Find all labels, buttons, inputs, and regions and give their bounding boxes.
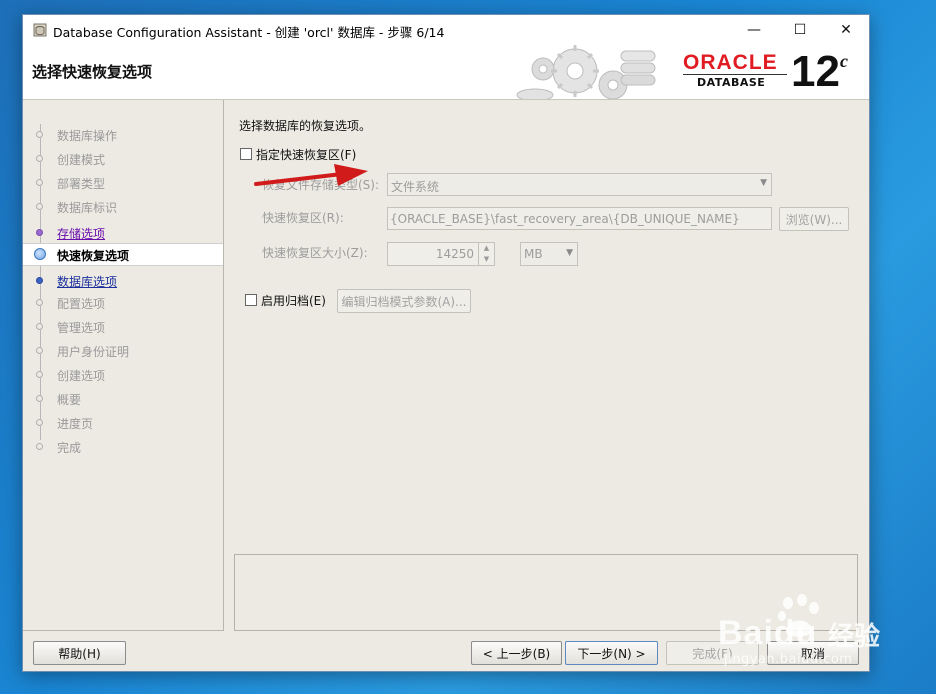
storage-type-value: 文件系统: [391, 180, 440, 194]
step-status-icon: [36, 371, 43, 378]
archive-checkbox[interactable]: [245, 294, 257, 306]
page-title: 选择快速恢复选项: [32, 63, 153, 81]
watermark-brand: Baidu: [718, 614, 818, 652]
sidebar-step-label: 管理选项: [57, 321, 106, 335]
watermark-brand-cn: 经验: [828, 622, 881, 652]
sidebar-step: 进度页: [23, 412, 223, 434]
help-button[interactable]: 帮助(H): [33, 641, 126, 665]
title-bar[interactable]: Database Configuration Assistant - 创建 'o…: [23, 15, 869, 45]
sidebar-step-label: 数据库选项: [57, 275, 118, 289]
oracle-logo: ORACLE DATABASE: [681, 51, 791, 93]
sidebar-step[interactable]: 数据库选项: [23, 270, 223, 292]
sidebar-step-label: 完成: [57, 441, 82, 455]
step-status-icon: [36, 419, 43, 426]
sidebar-step-label: 创建模式: [57, 153, 106, 167]
back-button[interactable]: < 上一步(B): [471, 641, 562, 665]
step-status-icon: [36, 155, 43, 162]
step-status-icon: [36, 323, 43, 330]
minimize-button[interactable]: —: [731, 15, 777, 45]
sidebar-step-label: 数据库操作: [57, 129, 118, 143]
sidebar-step: 部署类型: [23, 172, 223, 194]
red-arrow-annotation: [254, 164, 368, 186]
chevron-down-icon: ▼: [760, 178, 767, 188]
sidebar-step-label: 用户身份证明: [57, 345, 130, 359]
step-status-icon: [34, 248, 46, 260]
step-status-icon: [36, 203, 43, 210]
baidu-watermark: Baidu 经验 jingyan.baidu.com: [718, 592, 908, 672]
fra-size-value: 14250: [435, 247, 474, 261]
fra-size-spinner[interactable]: 14250 ▲ ▼: [387, 242, 495, 266]
header-banner: 选择快速恢复选项 ORACLE DATABASE 12 c: [23, 45, 869, 100]
close-button[interactable]: ✕: [823, 15, 869, 45]
sidebar-step: 完成: [23, 436, 223, 458]
step-status-icon: [36, 395, 43, 402]
version-suffix: c: [840, 51, 848, 71]
sidebar-step-label: 配置选项: [57, 297, 106, 311]
browse-button[interactable]: 浏览(W)...: [779, 207, 849, 231]
archive-params-button[interactable]: 编辑归档模式参数(A)...: [337, 289, 471, 313]
sidebar-step: 概要: [23, 388, 223, 410]
sidebar-step-label: 存储选项: [57, 227, 106, 241]
storage-type-select[interactable]: 文件系统 ▼: [387, 173, 772, 196]
steps-sidebar: 数据库操作创建模式部署类型数据库标识存储选项快速恢复选项 数据库选项配置选项管理选…: [23, 100, 224, 631]
fra-size-unit-select[interactable]: MB ▼: [520, 242, 578, 266]
dbca-window: Database Configuration Assistant - 创建 'o…: [22, 14, 870, 672]
intro-text: 选择数据库的恢复选项。: [239, 119, 372, 133]
sidebar-step[interactable]: 存储选项: [23, 222, 223, 244]
step-status-icon: [36, 131, 43, 138]
logo-divider: [683, 74, 787, 75]
oracle-database-label: DATABASE: [697, 76, 766, 89]
sidebar-step: 创建模式: [23, 148, 223, 170]
window-title: Database Configuration Assistant - 创建 'o…: [53, 25, 445, 40]
sidebar-step: 用户身份证明: [23, 340, 223, 362]
step-status-icon: [36, 229, 43, 236]
sidebar-step-label: 部署类型: [57, 177, 106, 191]
step-status-icon: [36, 443, 43, 450]
maximize-button[interactable]: ☐: [777, 15, 823, 45]
version-number: 12: [791, 47, 840, 96]
sidebar-step-label: 概要: [57, 393, 82, 407]
sidebar-step: 创建选项: [23, 364, 223, 386]
spinner-arrows-icon[interactable]: ▲ ▼: [478, 243, 494, 265]
sidebar-step: 配置选项: [23, 292, 223, 314]
step-status-icon: [36, 179, 43, 186]
next-button[interactable]: 下一步(N) >: [565, 641, 658, 665]
sidebar-step-label: 创建选项: [57, 369, 106, 383]
step-status-icon: [36, 347, 43, 354]
step-status-icon: [36, 299, 43, 306]
step-status-icon: [36, 277, 43, 284]
fra-size-label: 快速恢复区大小(Z):: [262, 246, 368, 260]
watermark-url: jingyan.baidu.com: [724, 652, 853, 667]
sidebar-step: 数据库标识: [23, 196, 223, 218]
sidebar-step-label: 数据库标识: [57, 201, 118, 215]
chevron-down-icon: ▼: [566, 248, 573, 258]
fra-location-field[interactable]: {ORACLE_BASE}\fast_recovery_area\{DB_UNI…: [387, 207, 772, 230]
fra-location-value: {ORACLE_BASE}\fast_recovery_area\{DB_UNI…: [390, 212, 740, 226]
fra-location-label: 快速恢复区(R):: [262, 211, 344, 225]
sidebar-step-label: 快速恢复选项: [57, 249, 130, 263]
oracle-wordmark: ORACLE: [683, 51, 778, 74]
fra-checkbox[interactable]: [240, 148, 252, 160]
sidebar-step: 管理选项: [23, 316, 223, 338]
fra-size-unit: MB: [524, 247, 543, 261]
gears-graphic: [516, 45, 656, 99]
sidebar-step: 数据库操作: [23, 124, 223, 146]
app-icon: [33, 23, 47, 37]
sidebar-step: 快速恢复选项: [23, 243, 223, 266]
sidebar-step-label: 进度页: [57, 417, 94, 431]
archive-checkbox-label[interactable]: 启用归档(E): [261, 292, 326, 309]
